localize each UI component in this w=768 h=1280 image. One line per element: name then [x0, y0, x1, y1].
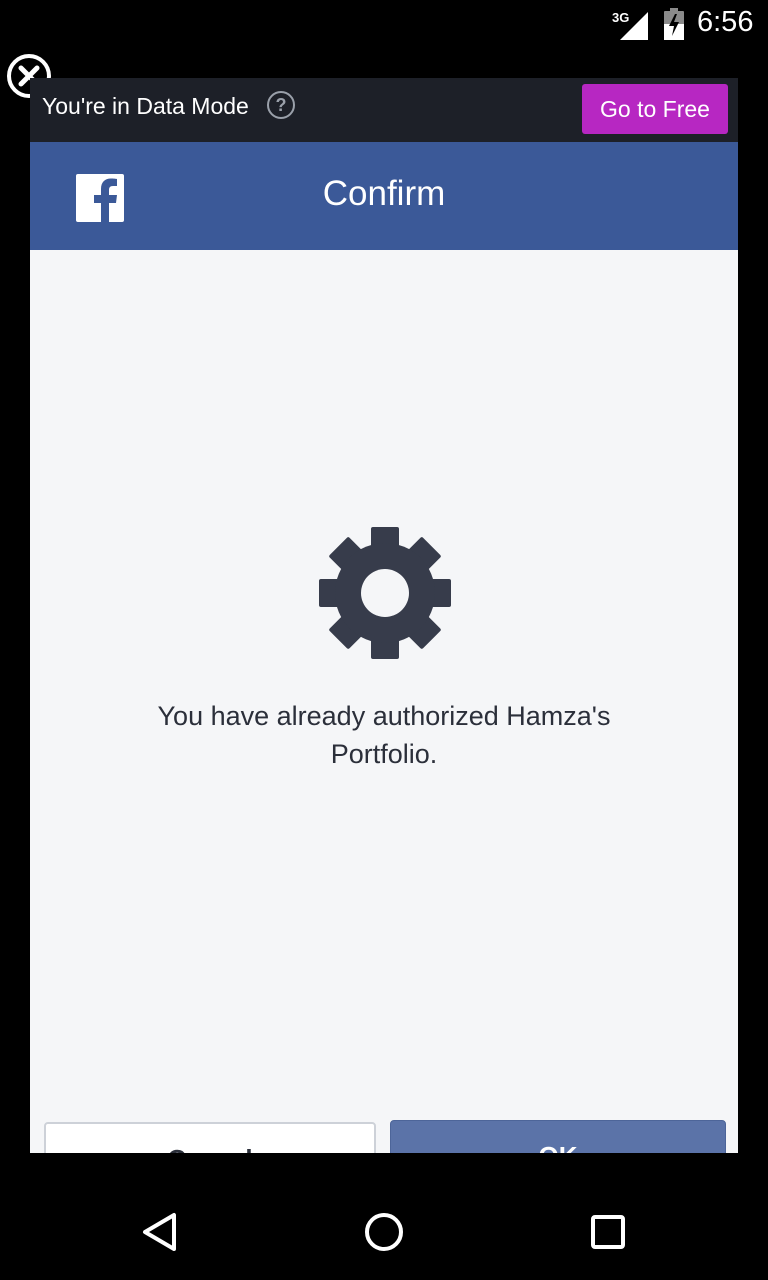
signal-icon	[620, 12, 648, 40]
cancel-button[interactable]: Cancel	[44, 1122, 376, 1153]
page-title: Confirm	[322, 174, 446, 213]
battery-icon	[664, 8, 684, 40]
home-icon[interactable]	[362, 1210, 406, 1254]
back-icon[interactable]	[138, 1210, 182, 1254]
ok-button[interactable]: OK	[390, 1120, 726, 1153]
status-bar: 3G 6:56	[0, 0, 768, 48]
gear-icon	[319, 527, 451, 659]
app-header: Confirm	[30, 142, 738, 250]
svg-text:?: ?	[276, 95, 287, 115]
confirmation-message: You have already authorized Hamza's Port…	[157, 701, 611, 769]
go-to-free-button[interactable]: Go to Free	[582, 84, 728, 134]
main-content: You have already authorized Hamza's Port…	[30, 250, 738, 1153]
network-indicator: 3G	[610, 10, 650, 40]
data-mode-label: You're in Data Mode	[42, 93, 249, 119]
data-mode-bar: You're in Data Mode ? Go to Free	[30, 78, 738, 142]
recent-apps-icon[interactable]	[586, 1210, 630, 1254]
clock: 6:56	[697, 6, 754, 38]
navigation-bar	[0, 1184, 768, 1280]
help-icon[interactable]: ?	[266, 90, 296, 120]
